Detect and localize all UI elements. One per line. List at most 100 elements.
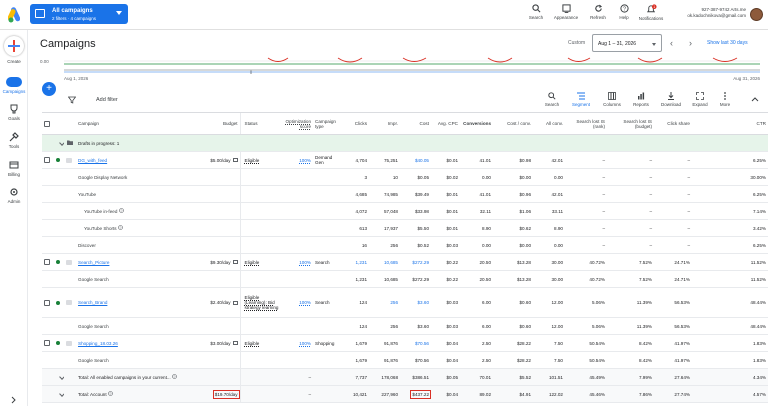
campaign-row[interactable]: Search_Picture $9.30/day Eligible 100% Searc…	[42, 253, 768, 271]
select-all-checkbox[interactable]	[44, 120, 50, 127]
help-icon[interactable]: ?	[118, 208, 124, 213]
optimization-score[interactable]: 100%	[299, 158, 311, 163]
filter-icon[interactable]	[68, 96, 76, 104]
optimization-score[interactable]: 100%	[299, 260, 311, 265]
status-text[interactable]: Eligible	[245, 341, 260, 346]
toolbar-download[interactable]: Download	[657, 92, 685, 107]
prev-period-button[interactable]: ‹	[670, 38, 673, 48]
rail-label-goals[interactable]: Goals	[0, 116, 28, 121]
campaign-name-link[interactable]: Search_Picture	[78, 260, 109, 265]
col-header-search-lost-is-budget[interactable]: Search lost IS (budget)	[607, 112, 654, 135]
drafts-row[interactable]: Drafts in progress: 1	[42, 134, 768, 152]
status-text[interactable]: Eligible	[245, 158, 260, 163]
expand-rail-icon[interactable]	[9, 396, 17, 404]
segment-row[interactable]: YouTube Shorts ? 613 17,937 $5.50 $0.01 8.90 $…	[42, 219, 768, 237]
col-header-ctr[interactable]: CTR	[692, 112, 768, 135]
budget-chart-icon[interactable]	[232, 300, 238, 305]
row-checkbox[interactable]	[44, 157, 50, 163]
col-header-impr[interactable]: Impr.	[369, 112, 400, 135]
budget-value[interactable]: $2.40/day	[210, 300, 230, 305]
rail-label-tools[interactable]: Tools	[0, 144, 28, 149]
segment-row[interactable]: Google Search 1,679 91,876 $70.56 $0.04 2.50 $…	[42, 351, 768, 369]
status-text[interactable]: Eligible	[245, 260, 260, 265]
chevron-down-icon[interactable]	[59, 139, 64, 146]
col-header-budget[interactable]: Budget	[194, 112, 240, 135]
row-checkbox[interactable]	[44, 299, 50, 306]
tools-icon[interactable]	[9, 132, 19, 142]
col-header-optimization-score[interactable]: Optimization score	[283, 112, 313, 135]
show-last-30-days-link[interactable]: Show last 30 days	[707, 40, 748, 46]
segment-row[interactable]: Google Search 1,231 10,685 $272.29 $0.22 20.5…	[42, 270, 768, 288]
search-tool[interactable]: Search	[522, 4, 550, 20]
optimization-score[interactable]: 100%	[299, 341, 311, 346]
rail-label-admin[interactable]: Admin	[0, 199, 28, 204]
budget-value[interactable]: $9.30/day	[210, 260, 230, 265]
chevron-down-icon[interactable]	[59, 390, 64, 397]
toolbar-reports[interactable]: Reports	[627, 92, 655, 107]
col-header-cost-per-conv[interactable]: Cost / conv.	[493, 112, 533, 135]
campaign-selector[interactable]: All campaigns 2 filters · 4 campaigns	[30, 4, 128, 24]
budget-chart-icon[interactable]	[232, 158, 238, 163]
segment-row[interactable]: Discover 16 256 $0.52 $0.03 0.00 $0.00 0.00 – – – 6…	[42, 236, 768, 254]
campaign-name-link[interactable]: Shopping_18.03.26	[78, 341, 118, 346]
toolbar-search[interactable]: Search	[538, 92, 566, 107]
select-all-cell[interactable]	[42, 112, 52, 135]
col-header-cost[interactable]: Cost	[400, 112, 431, 135]
segment-row[interactable]: YouTube 4,685 74,985 $39.49 $0.01 41.01 $0.96 4…	[42, 185, 768, 203]
total-row[interactable]: Total: Account ? $19.70/day – 10,421 227,960…	[42, 385, 768, 403]
next-period-button[interactable]: ›	[689, 38, 692, 48]
optimization-score[interactable]: 100%	[299, 300, 311, 305]
budget-chart-icon[interactable]	[232, 260, 238, 265]
help-icon[interactable]: ?	[118, 225, 123, 230]
chevron-down-icon[interactable]	[59, 373, 64, 380]
create-button[interactable]	[4, 36, 24, 56]
account-info[interactable]: 927-387-9742 Arts.me ok.kadochnikova@gma…	[676, 7, 746, 19]
google-ads-logo[interactable]	[8, 6, 20, 24]
trophy-icon[interactable]	[9, 104, 19, 114]
billing-icon[interactable]	[9, 160, 19, 170]
campaign-name-link[interactable]: Search_Brand	[78, 300, 107, 305]
total-row[interactable]: Total: All enabled campaigns in your cur…	[42, 368, 768, 386]
col-header-campaign-type[interactable]: Campaign type	[313, 112, 341, 135]
campaign-name-link[interactable]: DG_with_feed	[78, 158, 107, 163]
help-icon[interactable]: ?	[172, 374, 177, 379]
col-header-all-conv[interactable]: All conv.	[533, 112, 565, 135]
add-campaign-fab[interactable]: +	[42, 82, 56, 96]
col-header-search-lost-is-rank[interactable]: Search lost IS (rank)	[565, 112, 607, 135]
notifications-tool[interactable]: 1 Notifications	[637, 4, 665, 21]
collapse-chevron-up-icon[interactable]	[751, 96, 759, 102]
budget-value[interactable]: $3.00/day	[210, 341, 230, 346]
campaigns-icon[interactable]	[6, 77, 22, 87]
segment-row[interactable]: Google Search 124 256 $3.60 $0.03 6.00 $0.60 12…	[42, 317, 768, 335]
campaign-row[interactable]: DG_with_feed $5.00/day Eligible 100% Demand …	[42, 151, 768, 169]
col-header-avg-cpc[interactable]: Avg. CPC	[431, 112, 460, 135]
segment-row[interactable]: Google Display Network 3 10 $0.05 $0.02 0.00 $…	[42, 168, 768, 186]
campaign-row[interactable]: Search_Brand $2.40/day Eligible (Learning)…	[42, 287, 768, 318]
col-header-campaign[interactable]: Campaign	[76, 112, 194, 135]
campaign-row[interactable]: Shopping_18.03.26 $3.00/day Eligible 100% Sh…	[42, 334, 768, 352]
col-header-clicks[interactable]: Clicks	[341, 112, 369, 135]
avatar[interactable]	[750, 8, 763, 21]
toolbar-columns[interactable]: Columns	[598, 92, 626, 107]
rail-label-campaigns[interactable]: Campaigns	[0, 89, 28, 94]
rail-label-billing[interactable]: Billing	[0, 172, 28, 177]
col-header-conversions[interactable]: Conversions	[460, 112, 493, 135]
status-text[interactable]: Eligible (Learning): Bid strategy learni…	[245, 295, 279, 310]
toolbar-expand[interactable]: Expand	[686, 92, 714, 107]
budget-value[interactable]: $5.00/day	[210, 158, 230, 163]
admin-icon[interactable]	[9, 187, 19, 197]
col-header-click-share[interactable]: Click share	[654, 112, 692, 135]
help-icon[interactable]: ?	[108, 391, 113, 396]
row-checkbox[interactable]	[44, 259, 50, 265]
budget-chart-icon[interactable]	[232, 341, 238, 346]
refresh-tool[interactable]: Refresh	[584, 4, 612, 20]
performance-chart[interactable]: 0.00 Aug 1, 2026 ‖ Aug 31, 2026	[38, 54, 763, 88]
row-checkbox[interactable]	[44, 340, 50, 346]
toolbar-more[interactable]: More	[711, 92, 739, 107]
col-header-status[interactable]: Status	[239, 112, 283, 135]
segment-row[interactable]: YouTube in-feed ? 4,072 57,048 $33.98 $0.01 3…	[42, 202, 768, 220]
toolbar-segment[interactable]: Segment	[567, 92, 595, 107]
date-range-picker[interactable]: Aug 1 – 31, 2026	[592, 34, 662, 52]
help-tool[interactable]: ? Help	[610, 4, 638, 20]
appearance-tool[interactable]: Appearance	[552, 4, 580, 20]
